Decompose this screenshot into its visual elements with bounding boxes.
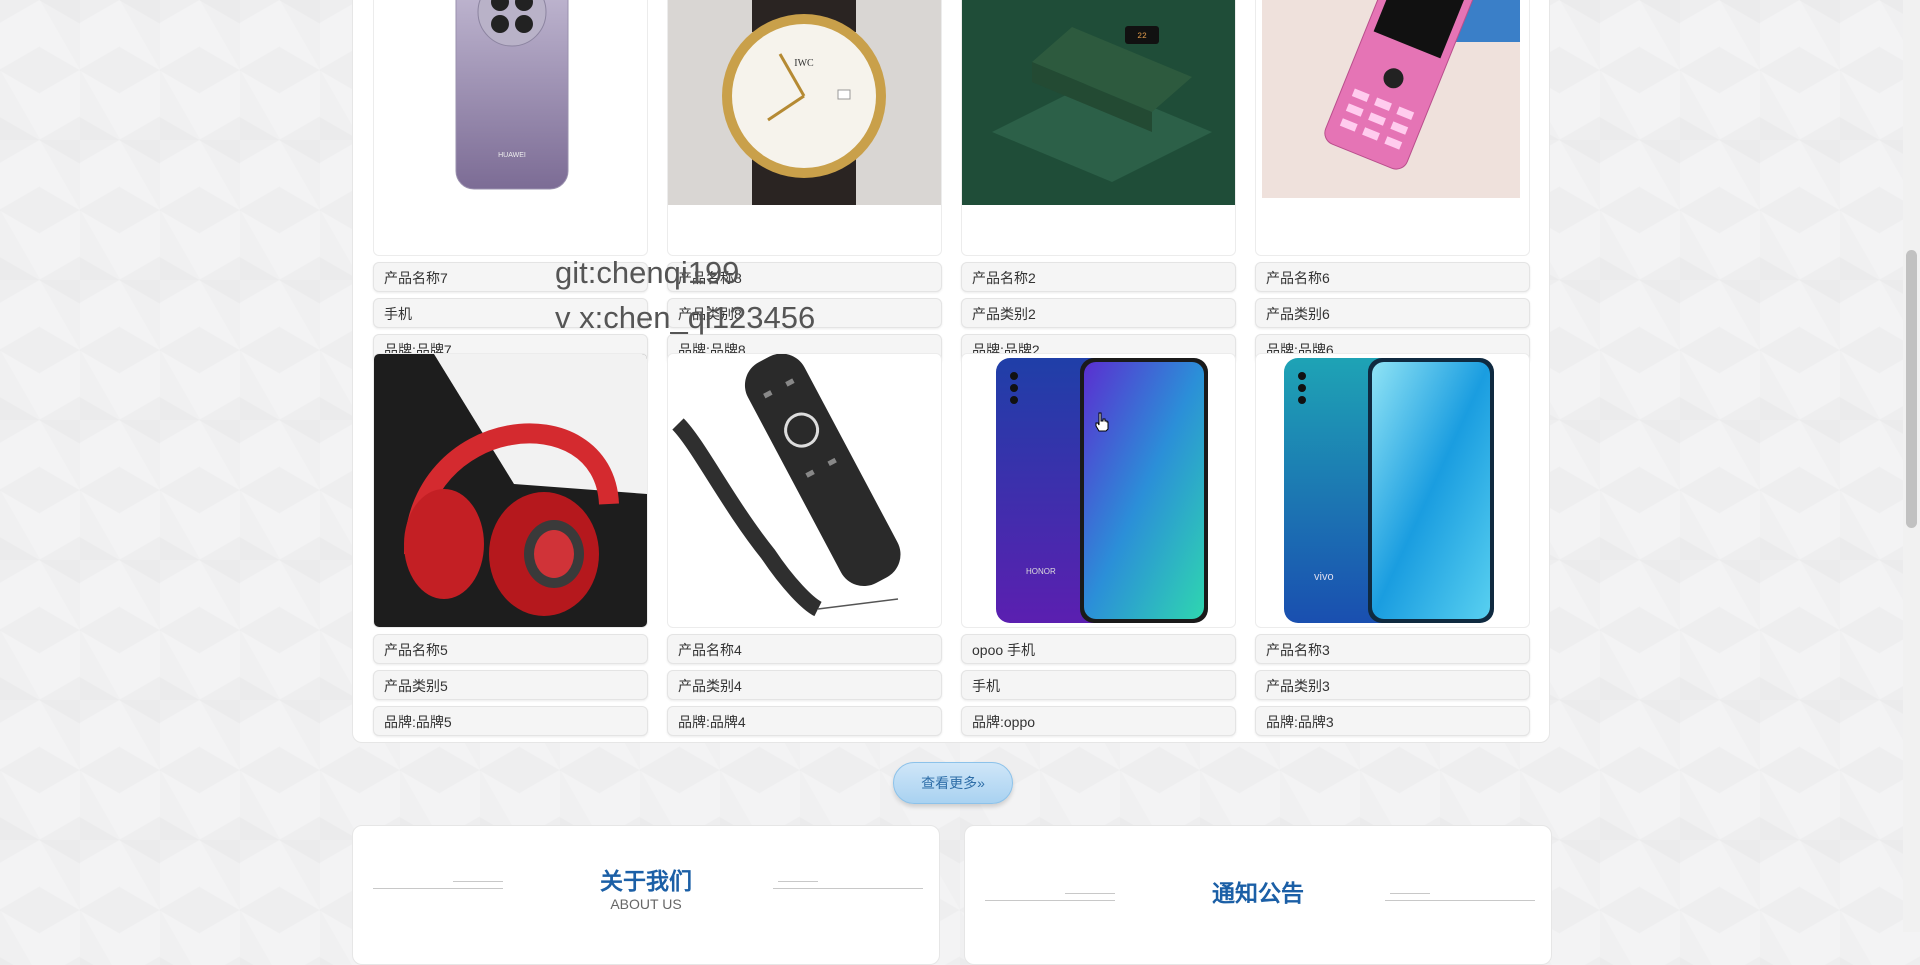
svg-text:IWC: IWC: [794, 58, 814, 69]
watermark-text: v x:chen_qi123456: [555, 300, 816, 335]
product-name: 产品名称6: [1255, 262, 1530, 292]
product-image[interactable]: vivo: [1255, 353, 1530, 628]
product-image[interactable]: HUAWEI: [373, 0, 648, 256]
hand-cursor-icon: [1095, 412, 1109, 432]
product-category: 产品类别6: [1255, 298, 1530, 328]
product-image[interactable]: [667, 353, 942, 628]
product-brand: 品牌:品牌4: [667, 706, 942, 736]
product-name: 产品名称2: [961, 262, 1236, 292]
product-card[interactable]: HONOR opoo 手机 手机 品牌:oppo: [961, 353, 1236, 736]
view-more-button[interactable]: 查看更多»: [893, 762, 1013, 804]
pink-phone-image: [1262, 0, 1520, 198]
headphones-image: [374, 354, 647, 627]
purple-phone-image: HUAWEI: [455, 0, 569, 190]
product-category: 手机: [961, 670, 1236, 700]
honor-phone-image: HONOR: [996, 358, 1208, 623]
product-image[interactable]: HONOR: [961, 353, 1236, 628]
product-brand: 品牌:oppo: [961, 706, 1236, 736]
product-card[interactable]: 产品名称5 产品类别5 品牌:品牌5: [373, 353, 648, 736]
product-image[interactable]: [373, 353, 648, 628]
product-card[interactable]: vivo 产品名称3 产品类别3 品牌:品牌3: [1255, 353, 1530, 736]
product-category: 产品类别4: [667, 670, 942, 700]
product-image[interactable]: 22: [961, 0, 1236, 256]
section-subtitle: ABOUT US: [610, 896, 682, 912]
product-card[interactable]: 产品名称6 产品类别6 品牌:品牌6: [1255, 0, 1530, 364]
svg-text:22: 22: [1137, 32, 1147, 41]
watch-image: IWC: [668, 0, 941, 205]
product-brand: 品牌:品牌3: [1255, 706, 1530, 736]
product-category: 产品类别2: [961, 298, 1236, 328]
scrollbar-track[interactable]: [1903, 0, 1920, 932]
notice-section: 通知公告: [964, 825, 1552, 965]
scrollbar-thumb[interactable]: [1906, 250, 1917, 528]
power-bank-image: 22: [962, 0, 1235, 205]
product-card[interactable]: 22 产品名称2 产品类别2 品牌:品牌2: [961, 0, 1236, 364]
product-name: 产品名称4: [667, 634, 942, 664]
product-name: 产品名称3: [1255, 634, 1530, 664]
svg-text:HONOR: HONOR: [1026, 567, 1056, 576]
about-us-section: 关于我们 ABOUT US: [352, 825, 940, 965]
svg-text:vivo: vivo: [1314, 571, 1334, 583]
product-image[interactable]: [1255, 0, 1530, 256]
product-category: 产品类别3: [1255, 670, 1530, 700]
product-name: opoo 手机: [961, 634, 1236, 664]
section-title: 关于我们: [600, 868, 692, 894]
product-brand: 品牌:品牌5: [373, 706, 648, 736]
product-list-panel: HUAWEI 产品名称7 手机 品牌:品牌7 IWC 产品名称8 产品类别8 品…: [352, 0, 1550, 743]
product-name: 产品名称5: [373, 634, 648, 664]
product-image[interactable]: IWC: [667, 0, 942, 256]
product-card[interactable]: 产品名称4 产品类别4 品牌:品牌4: [667, 353, 942, 736]
vivo-phone-image: vivo: [1284, 358, 1494, 623]
section-title: 通知公告: [1212, 880, 1304, 906]
watermark-text: git:chenqi199: [555, 255, 740, 290]
remote-image: [672, 354, 901, 617]
svg-text:HUAWEI: HUAWEI: [498, 152, 526, 159]
product-category: 产品类别5: [373, 670, 648, 700]
